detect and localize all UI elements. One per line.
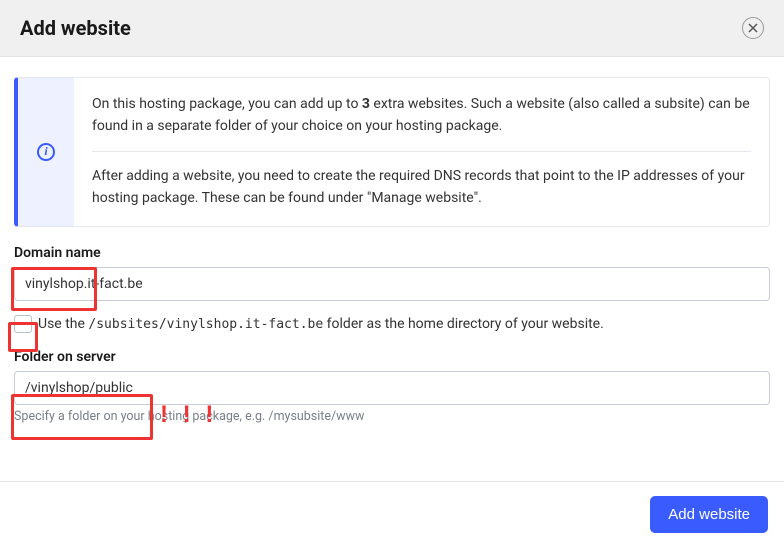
info-divider (92, 151, 751, 152)
info-box: i On this hosting package, you can add u… (14, 77, 770, 227)
modal-title: Add website (20, 16, 131, 40)
modal-header: Add website (0, 0, 784, 57)
info-paragraph-2: After adding a website, you need to crea… (92, 166, 751, 209)
exclamation-annotation: ! ! ! (160, 401, 217, 429)
domain-input[interactable] (14, 267, 770, 301)
domain-field-group: Domain name (14, 245, 770, 301)
folder-label: Folder on server (14, 349, 770, 365)
close-button[interactable] (742, 17, 764, 39)
info-bold-count: 3 (362, 96, 370, 112)
info-icon-column: i (18, 78, 74, 226)
domain-label: Domain name (14, 245, 770, 261)
folder-input[interactable] (14, 371, 770, 405)
info-paragraph-1: On this hosting package, you can add up … (92, 94, 751, 137)
folder-helper-text: Specify a folder on your hosting package… (14, 409, 770, 424)
subsite-checkbox-row: Use the /subsites/vinylshop.it-fact.be f… (14, 315, 770, 333)
info-content: On this hosting package, you can add up … (74, 78, 769, 226)
subsite-checkbox[interactable] (14, 315, 32, 333)
info-icon: i (37, 143, 55, 161)
checkbox-text-suffix: folder as the home directory of your web… (323, 316, 604, 332)
checkbox-path: /subsites/vinylshop.it-fact.be (88, 317, 323, 332)
checkbox-text-prefix: Use the (38, 316, 88, 332)
folder-field-group: Folder on server Specify a folder on you… (14, 349, 770, 424)
info-text: On this hosting package, you can add up … (92, 96, 362, 112)
close-icon (748, 23, 758, 33)
modal-footer: Add website (0, 481, 784, 547)
add-website-button[interactable]: Add website (650, 496, 768, 533)
modal-body: i On this hosting package, you can add u… (0, 57, 784, 448)
checkbox-label: Use the /subsites/vinylshop.it-fact.be f… (38, 316, 604, 332)
